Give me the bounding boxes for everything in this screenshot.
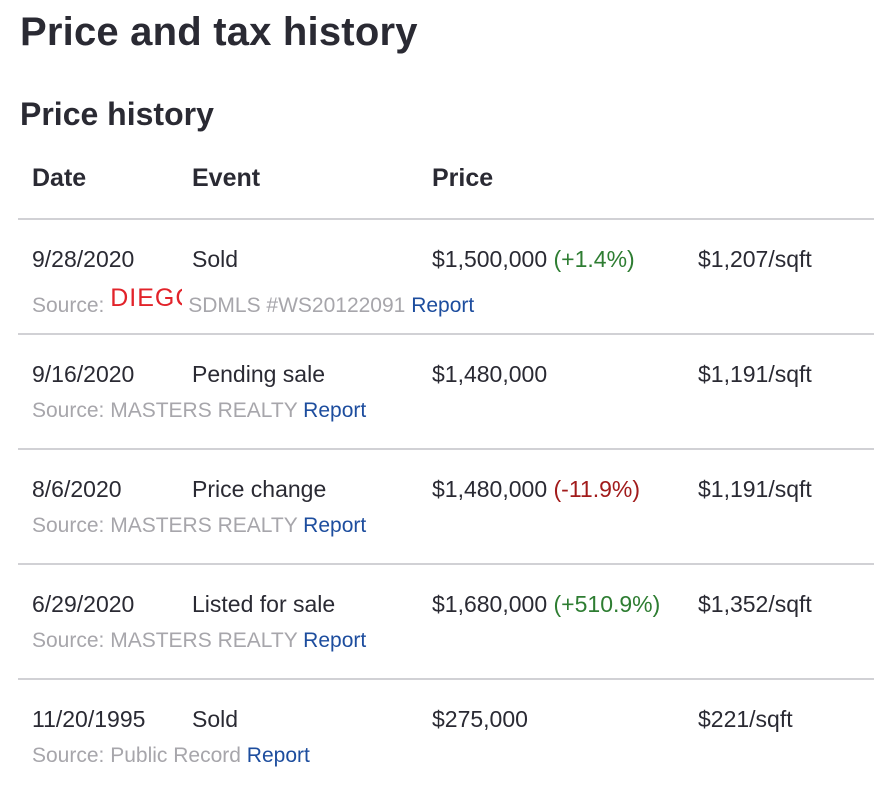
table-row: 9/28/2020 Sold $1,500,000 (+1.4%) $1,207… xyxy=(18,220,874,335)
source-name: SDMLS #WS20122091 xyxy=(188,294,406,317)
row-price-per-sqft: $221/sqft xyxy=(698,706,793,732)
row-source: Source: MASTERS REALTY Report xyxy=(32,399,366,423)
row-price-cell: $1,480,000 (-11.9%) xyxy=(432,476,640,503)
row-price: $275,000 xyxy=(432,706,528,732)
source-name: MASTERS REALTY xyxy=(110,629,298,652)
row-source: Source: Public Record Report xyxy=(32,744,310,768)
row-source: Source: MASTERS REALTY Report xyxy=(32,629,366,653)
source-label: Source: xyxy=(32,744,105,767)
row-price-cell: $275,000 xyxy=(432,706,528,733)
row-price-cell: $1,680,000 (+510.9%) xyxy=(432,591,660,618)
row-event: Sold xyxy=(192,246,239,272)
row-date: 9/16/2020 xyxy=(32,361,135,387)
row-event: Price change xyxy=(192,476,327,502)
report-link[interactable]: Report xyxy=(247,744,310,767)
row-event: Sold xyxy=(192,706,239,732)
table-header: Date Event Price xyxy=(18,158,874,220)
row-price: $1,480,000 xyxy=(432,361,548,387)
table-row: 8/6/2020 Price change $1,480,000 (-11.9%… xyxy=(18,450,874,565)
row-date: 11/20/1995 xyxy=(32,706,146,732)
row-price-per-sqft: $1,207/sqft xyxy=(698,246,812,272)
row-price-per-sqft: $1,191/sqft xyxy=(698,476,812,502)
source-label: Source: xyxy=(32,629,105,652)
column-header-event: Event xyxy=(192,164,261,192)
source-name: Public Record xyxy=(110,744,241,767)
source-name: MASTERS REALTY xyxy=(110,514,298,537)
report-link[interactable]: Report xyxy=(303,514,366,537)
column-header-price: Price xyxy=(432,164,494,192)
report-link[interactable]: Report xyxy=(411,294,474,317)
row-price: $1,500,000 xyxy=(432,246,548,272)
row-price-cell: $1,480,000 xyxy=(432,361,547,388)
price-change-badge: (+510.9%) xyxy=(553,591,661,617)
section-title-price-history: Price history xyxy=(20,96,214,132)
source-name: MASTERS REALTY xyxy=(110,399,298,422)
source-label: Source: xyxy=(32,514,105,537)
row-source: Source: DIEGC SDMLS #WS20122091 Report xyxy=(32,284,474,318)
price-change-badge: (-11.9%) xyxy=(553,476,641,502)
row-event: Listed for sale xyxy=(192,591,336,617)
report-link[interactable]: Report xyxy=(303,629,366,652)
table-row: 6/29/2020 Listed for sale $1,680,000 (+5… xyxy=(18,565,874,680)
row-date: 9/28/2020 xyxy=(32,246,135,272)
source-label: Source: xyxy=(32,399,105,422)
source-label: Source: xyxy=(32,294,105,317)
row-price-cell: $1,500,000 (+1.4%) xyxy=(432,246,635,273)
row-price-per-sqft: $1,191/sqft xyxy=(698,361,812,387)
column-header-date: Date xyxy=(32,164,87,192)
row-price: $1,480,000 xyxy=(432,476,548,502)
price-history-table: Date Event Price 9/28/2020 Sold $1,500,0… xyxy=(18,158,874,793)
table-row: 11/20/1995 Sold $275,000 $221/sqft Sourc… xyxy=(18,680,874,793)
row-price-per-sqft: $1,352/sqft xyxy=(698,591,812,617)
table-row: 9/16/2020 Pending sale $1,480,000 $1,191… xyxy=(18,335,874,450)
report-link[interactable]: Report xyxy=(303,399,366,422)
row-date: 8/6/2020 xyxy=(32,476,122,502)
row-price: $1,680,000 xyxy=(432,591,548,617)
row-source: Source: MASTERS REALTY Report xyxy=(32,514,366,538)
sdmls-logo: DIEGC xyxy=(110,284,182,312)
row-event: Pending sale xyxy=(192,361,325,387)
page-title: Price and tax history xyxy=(20,10,418,54)
price-change-badge: (+1.4%) xyxy=(553,246,635,272)
row-date: 6/29/2020 xyxy=(32,591,135,617)
